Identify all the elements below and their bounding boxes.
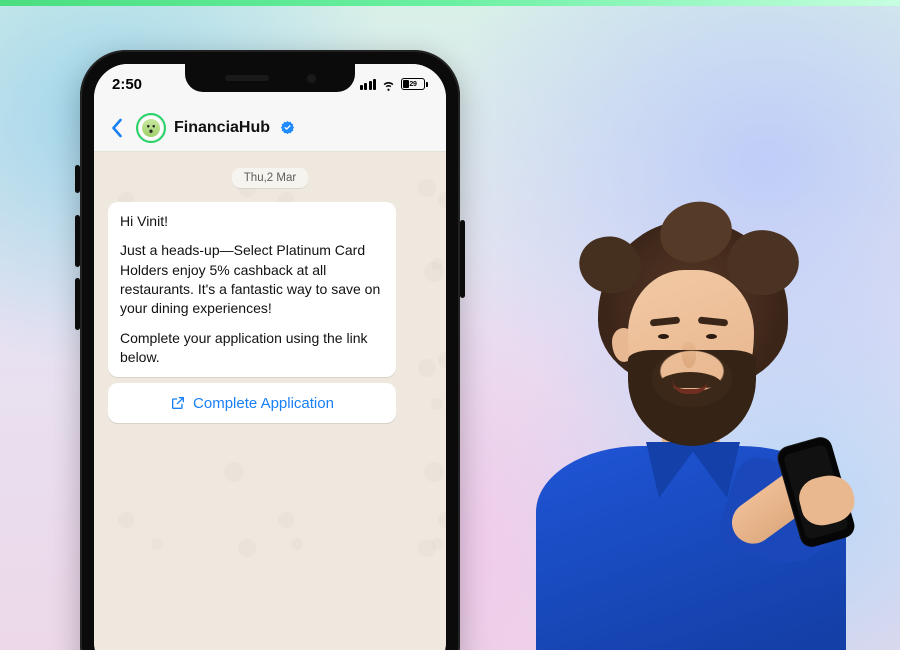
phone-frame: 2:50 29 (80, 50, 460, 650)
phone-screen: 2:50 29 (94, 64, 446, 650)
contact-name[interactable]: FinanciaHub (174, 119, 270, 137)
phone-side-button (75, 215, 80, 267)
person-illustration (500, 190, 860, 650)
message-body: Just a heads-up—Select Platinum Card Hol… (120, 241, 384, 318)
phone-side-button (75, 278, 80, 330)
back-button[interactable] (104, 116, 128, 140)
status-time: 2:50 (112, 76, 142, 93)
phone-notch (185, 64, 355, 92)
phone-side-button (460, 220, 465, 298)
cellular-signal-icon (360, 79, 377, 90)
message-bubble: Hi Vinit! Just a heads-up—Select Platinu… (108, 202, 396, 377)
verified-badge-icon (280, 120, 295, 135)
complete-application-button[interactable]: Complete Application (108, 383, 396, 423)
battery-percent: 29 (409, 81, 416, 88)
status-indicators: 29 (360, 77, 429, 92)
cta-label: Complete Application (193, 395, 334, 412)
phone-side-button (75, 165, 80, 193)
contact-avatar[interactable] (136, 113, 166, 143)
external-link-icon (170, 395, 186, 411)
chat-header: FinanciaHub (94, 104, 446, 152)
battery-indicator: 29 (401, 78, 428, 90)
wifi-icon (381, 77, 396, 92)
message-closing: Complete your application using the link… (120, 329, 384, 368)
date-chip: Thu,2 Mar (232, 168, 308, 188)
top-accent-bar (0, 0, 900, 6)
promo-stage: 2:50 29 (0, 0, 900, 650)
avatar-face-icon (142, 119, 160, 137)
message-greeting: Hi Vinit! (120, 212, 384, 231)
chevron-left-icon (110, 118, 123, 138)
chat-body[interactable]: Thu,2 Mar Hi Vinit! Just a heads-up—Sele… (94, 152, 446, 650)
